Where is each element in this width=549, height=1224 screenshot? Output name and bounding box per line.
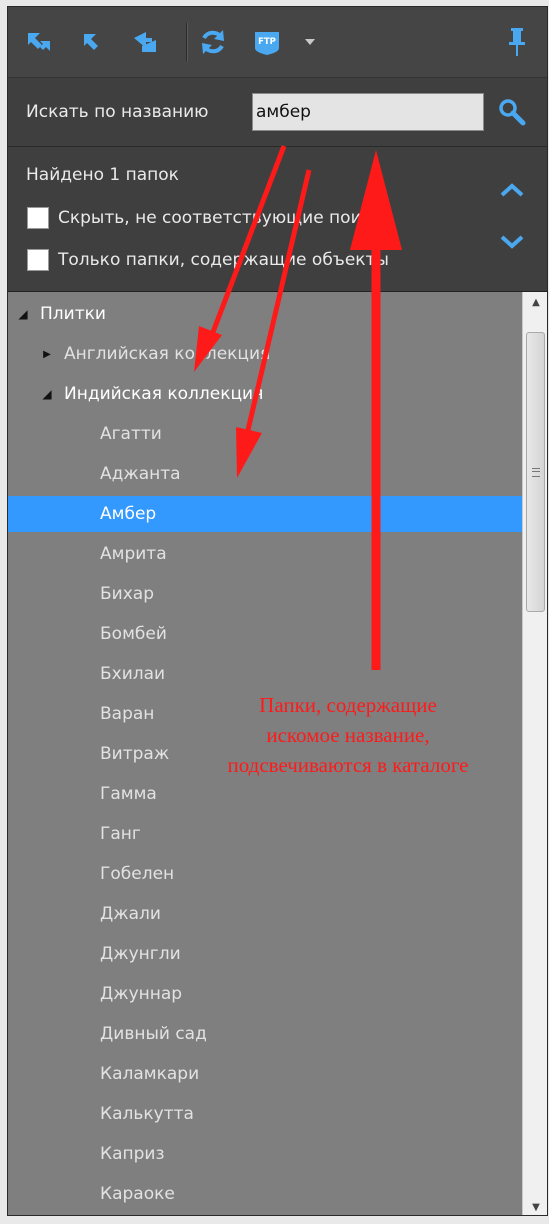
chevron-down-icon xyxy=(500,235,524,249)
tree-item-label: Джунгли xyxy=(100,944,181,964)
tree-item-label: Витраж xyxy=(100,744,170,764)
hide-nonmatching-label: Скрыть, не соответствующие поиску xyxy=(58,208,392,228)
refresh-icon[interactable] xyxy=(198,27,228,57)
only-with-objects-option[interactable]: Только папки, содержащие объекты xyxy=(27,248,389,272)
collapse-icon[interactable] xyxy=(77,27,107,57)
tree-leaf-item[interactable]: Каприз xyxy=(8,1136,547,1172)
only-with-objects-label: Только папки, содержащие объекты xyxy=(58,250,389,270)
tree-leaf-item[interactable]: Дивный сад xyxy=(8,1016,547,1052)
hide-nonmatching-checkbox[interactable] xyxy=(27,207,49,229)
search-label: Искать по названию xyxy=(26,102,209,122)
tree-leaf-item[interactable]: Амбер xyxy=(8,496,547,532)
tree-item-label: Джуннар xyxy=(100,984,183,1004)
catalog-panel: FTP Искать по названию Найдено 1 папок xyxy=(7,6,548,1216)
tree-leaf-item[interactable]: Ганг xyxy=(8,816,547,852)
collapsed-arrow-icon[interactable]: ▶ xyxy=(40,349,54,360)
tree-item-label: Плитки xyxy=(40,304,106,324)
found-count-text: Найдено 1 папок xyxy=(26,165,179,185)
tree-item-label: Амбер xyxy=(100,504,157,524)
tree-item-label: Амрита xyxy=(100,544,167,564)
chevron-up-icon xyxy=(500,183,524,197)
toolbar-separator xyxy=(186,23,187,61)
tree-item-label: Агатти xyxy=(100,424,162,444)
tree-item-label: Аджанта xyxy=(100,464,181,484)
tree-leaf-item[interactable]: Джали xyxy=(8,896,547,932)
svg-text:FTP: FTP xyxy=(258,37,276,47)
search-input[interactable] xyxy=(252,93,484,131)
scroll-up-button[interactable]: ▲ xyxy=(523,292,547,312)
tree-leaf-item[interactable]: Варан xyxy=(8,696,547,732)
tree-leaf-item[interactable]: Калькутта xyxy=(8,1096,547,1132)
tree-leaf-item[interactable]: Джунгли xyxy=(8,936,547,972)
dropdown-arrow-icon[interactable] xyxy=(302,27,318,57)
scrollbar-thumb[interactable] xyxy=(526,332,545,612)
tree-item-label: Гобелен xyxy=(100,864,175,884)
folder-tree: ◢ Плитки ▶ Английская коллекция ◢ Индийская к… xyxy=(8,292,547,1215)
tree-leaf-item[interactable]: Бомбей xyxy=(8,616,547,652)
tree-leaf-item[interactable]: Гамма xyxy=(8,776,547,812)
tree-leaf-item[interactable]: Амрита xyxy=(8,536,547,572)
tree-item-label: Джали xyxy=(100,904,161,924)
tree-item-label: Гамма xyxy=(100,784,157,804)
tree-item-label: Караоке xyxy=(100,1184,175,1204)
search-bar: Искать по названию xyxy=(8,78,547,147)
ftp-icon[interactable]: FTP xyxy=(252,27,282,57)
tree-leaf-item[interactable]: Гобелен xyxy=(8,856,547,892)
toolbar: FTP xyxy=(8,7,547,78)
tree-folder-item[interactable]: ▶ Английская коллекция xyxy=(8,336,547,372)
tree-item-label: Каприз xyxy=(100,1144,165,1164)
search-results-info: Найдено 1 папок Скрыть, не соответствующ… xyxy=(8,147,547,292)
tree-leaf-item[interactable]: Бхилаи xyxy=(8,656,547,692)
tree-folder-item[interactable]: ◢ Индийская коллекция xyxy=(8,376,547,412)
tree-item-label: Каламкари xyxy=(100,1064,200,1084)
tree-leaf-item[interactable]: Агатти xyxy=(8,416,547,452)
expanded-arrow-icon[interactable]: ◢ xyxy=(40,387,54,401)
scroll-down-button[interactable]: ▼ xyxy=(523,1197,547,1215)
tree-item-label: Индийская коллекция xyxy=(64,384,264,404)
previous-result-button[interactable] xyxy=(494,175,530,205)
tree-leaf-item[interactable]: Аджанта xyxy=(8,456,547,492)
tree-leaf-item[interactable]: Бихар xyxy=(8,576,547,612)
only-with-objects-checkbox[interactable] xyxy=(27,249,49,271)
tree-leaf-item[interactable]: Джуннар xyxy=(8,976,547,1012)
next-result-button[interactable] xyxy=(494,227,530,257)
tree-item-label: Калькутта xyxy=(100,1104,194,1124)
tree-item-label: Бхилаи xyxy=(100,664,166,684)
hide-nonmatching-option[interactable]: Скрыть, не соответствующие поиску xyxy=(27,206,391,230)
expanded-arrow-icon[interactable]: ◢ xyxy=(16,307,30,321)
expand-all-icon[interactable] xyxy=(24,27,54,57)
tree-leaf-item[interactable]: Караоке xyxy=(8,1176,547,1212)
search-icon[interactable] xyxy=(495,95,529,129)
tree-item-label: Английская коллекция xyxy=(64,344,271,364)
tree-leaf-item[interactable]: Витраж xyxy=(8,736,547,772)
tree-item-label: Бихар xyxy=(100,584,154,604)
sync-tree-icon[interactable] xyxy=(130,27,160,57)
tree-item-label: Бомбей xyxy=(100,624,167,644)
tree-leaf-item[interactable]: Каламкари xyxy=(8,1056,547,1092)
tree-folder-item[interactable]: ◢ Плитки xyxy=(8,296,530,332)
tree-scrollbar[interactable]: ▲ ▼ xyxy=(522,292,547,1215)
grip-icon xyxy=(531,467,540,477)
tree-item-label: Дивный сад xyxy=(100,1024,207,1044)
tree-item-label: Ганг xyxy=(100,824,141,844)
tree-item-label: Варан xyxy=(100,704,155,724)
pin-icon[interactable] xyxy=(502,27,532,57)
